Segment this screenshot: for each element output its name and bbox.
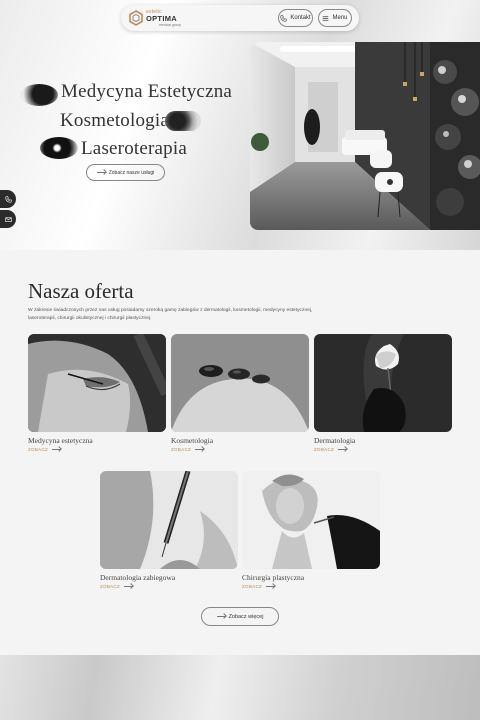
pebble-image-1 bbox=[20, 84, 58, 106]
contact-label: Kontakt bbox=[290, 15, 311, 21]
brand-line3: medical group bbox=[159, 23, 181, 27]
pebble-image-2 bbox=[165, 111, 201, 131]
menu-label: Menu bbox=[332, 15, 348, 21]
hexagon-logo-icon bbox=[129, 10, 143, 26]
see-more-label: Zobacz więcej bbox=[228, 613, 264, 620]
menu-button[interactable]: Menu bbox=[318, 9, 352, 27]
offer-card-title: Dermatologia zabiegowa bbox=[100, 573, 176, 582]
hamburger-icon bbox=[323, 15, 329, 21]
contact-button[interactable]: Kontakt bbox=[278, 9, 313, 27]
brand-line2: OPTIMA bbox=[146, 14, 177, 23]
arrow-right-icon bbox=[52, 449, 62, 450]
offer-card-link[interactable]: ZOBACZ bbox=[242, 584, 276, 589]
hero-line-1: Medycyna Estetyczna bbox=[61, 81, 233, 102]
plastic-surgery-photo bbox=[242, 471, 380, 569]
clinic-interior-image bbox=[250, 42, 480, 230]
offer-card-link[interactable]: ZOBACZ bbox=[314, 447, 348, 452]
see-more-button[interactable]: Zobacz więcej bbox=[201, 607, 279, 626]
offer-card-link-label: ZOBACZ bbox=[100, 584, 121, 589]
phone-icon bbox=[4, 195, 12, 203]
arrow-right-icon bbox=[96, 172, 106, 173]
see-services-button[interactable]: Zobacz nasze usługi bbox=[86, 164, 165, 181]
surgical-dermatology-photo bbox=[100, 471, 238, 569]
arrow-right-icon bbox=[338, 449, 348, 450]
offer-card-title: Medycyna estetyczna bbox=[28, 436, 93, 445]
offer-card-link-label: ZOBACZ bbox=[242, 584, 263, 589]
cosmetology-photo bbox=[171, 334, 309, 432]
offer-card-link-label: ZOBACZ bbox=[314, 447, 335, 452]
dermatology-photo bbox=[314, 334, 452, 432]
offer-card-link[interactable]: ZOBACZ bbox=[171, 447, 205, 452]
phone-icon bbox=[280, 14, 287, 22]
hero-line-2: Kosmetologia bbox=[60, 110, 169, 131]
offer-description: W zakresie świadczonych przez nas usług … bbox=[28, 308, 313, 321]
arrow-right-icon bbox=[195, 449, 205, 450]
offer-card-link[interactable]: ZOBACZ bbox=[100, 584, 134, 589]
clinic-interior-photo bbox=[250, 42, 480, 230]
hero-line-3: Laseroterapia bbox=[81, 138, 187, 159]
offer-card-title: Chirurgia plastyczna bbox=[242, 573, 305, 582]
offer-title: Nasza oferta bbox=[28, 279, 134, 303]
brand-logo[interactable]: estetic OPTIMA medical group bbox=[129, 9, 189, 27]
footer-band bbox=[0, 655, 480, 720]
see-services-label: Zobacz nasze usługi bbox=[108, 169, 155, 176]
arrow-right-icon bbox=[266, 586, 276, 587]
offer-card-title: Kosmetologia bbox=[171, 436, 214, 445]
mail-icon bbox=[4, 216, 12, 222]
pebble-image-3 bbox=[40, 137, 78, 159]
offer-card-link-label: ZOBACZ bbox=[28, 447, 49, 452]
offer-card-title: Dermatologia bbox=[314, 436, 356, 445]
offer-card-link-label: ZOBACZ bbox=[171, 447, 192, 452]
arrow-right-icon bbox=[216, 616, 226, 617]
top-navbar: estetic OPTIMA medical group Kontakt Men… bbox=[121, 5, 359, 31]
offer-card-link[interactable]: ZOBACZ bbox=[28, 447, 62, 452]
aesthetic-medicine-photo bbox=[28, 334, 166, 432]
arrow-right-icon bbox=[124, 586, 134, 587]
